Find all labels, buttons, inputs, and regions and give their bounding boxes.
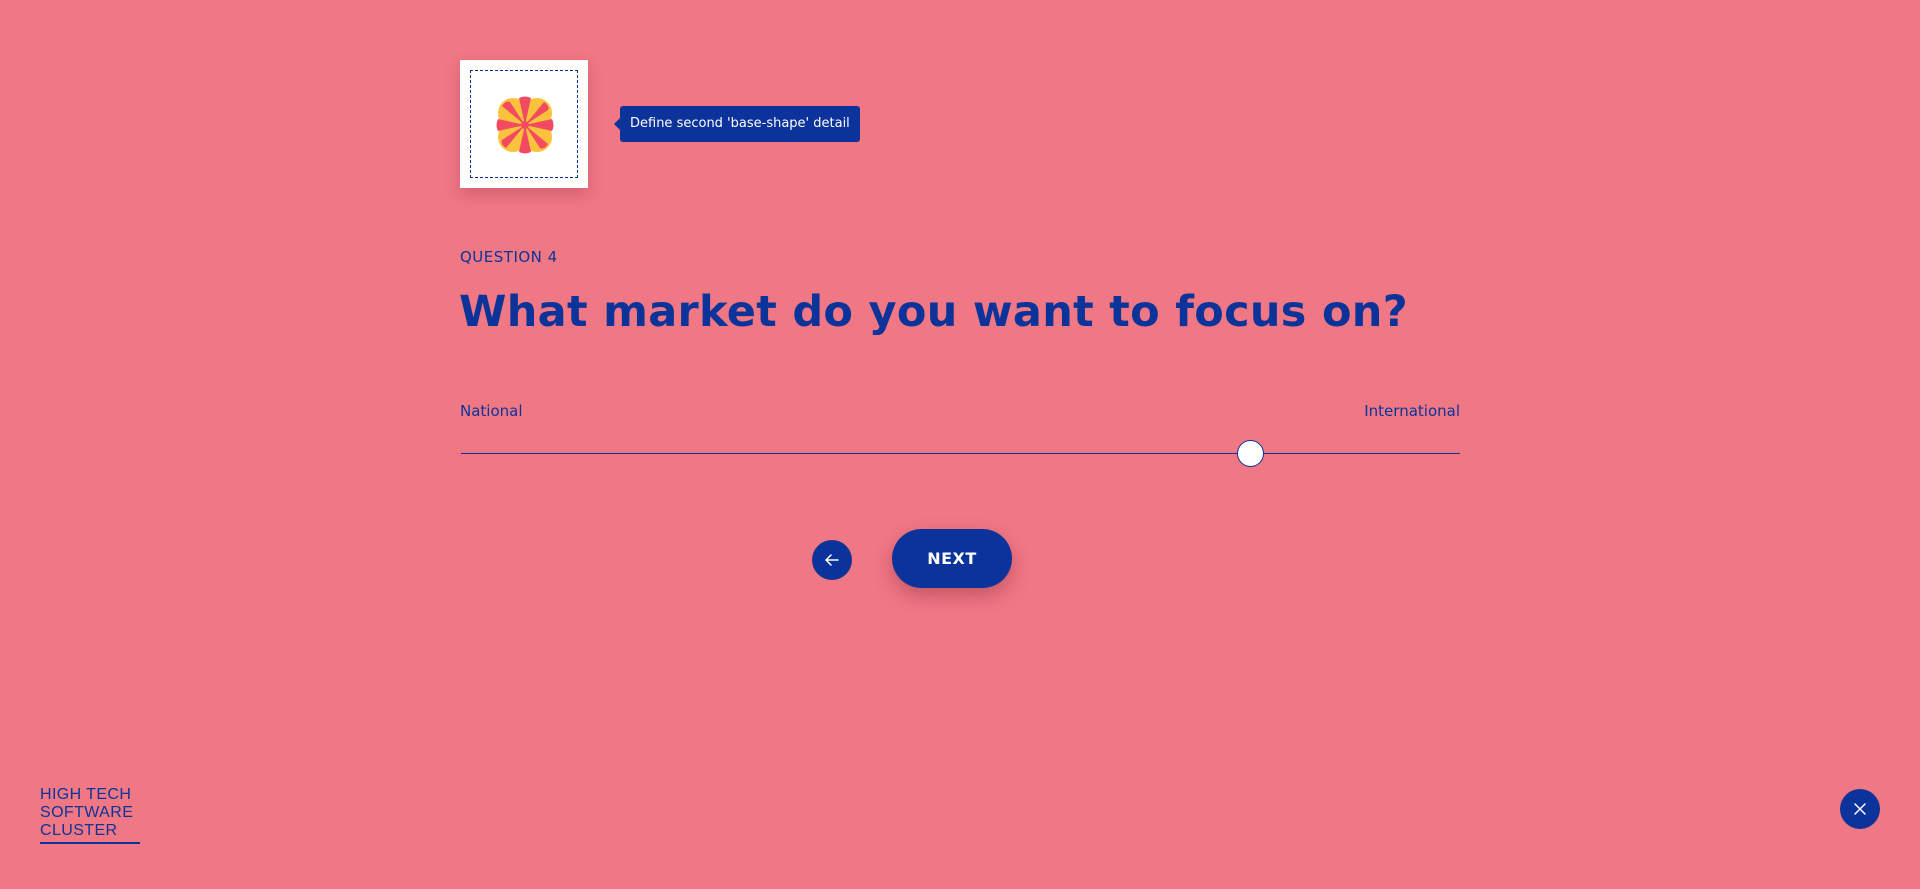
market-slider-track[interactable]: [461, 453, 1460, 454]
question-number: QUESTION 4: [460, 248, 558, 266]
logo-line: CLUSTER: [40, 822, 118, 839]
logo-underline: [40, 842, 140, 844]
quiz-page: Define second 'base-shape' detail QUESTI…: [0, 0, 1920, 889]
logo-line: SOFTWARE: [40, 804, 134, 821]
flower-shape-icon: [496, 96, 554, 154]
close-button[interactable]: [1840, 789, 1880, 829]
slider-min-label: National: [460, 402, 523, 420]
back-button[interactable]: [812, 540, 852, 580]
shape-preview-card: [460, 60, 588, 188]
next-button[interactable]: NEXT: [892, 529, 1012, 588]
company-logo[interactable]: HIGH TECH SOFTWARE CLUSTER: [40, 786, 140, 844]
logo-line: HIGH TECH: [40, 786, 132, 803]
preview-frame: [470, 70, 578, 178]
question-title: What market do you want to focus on?: [459, 287, 1408, 337]
market-slider-thumb[interactable]: [1236, 440, 1264, 467]
arrow-left-icon: [825, 554, 839, 566]
slider-max-label: International: [1364, 402, 1460, 420]
shape-hint-tooltip: Define second 'base-shape' detail: [614, 106, 860, 142]
close-icon: [1854, 803, 1866, 815]
